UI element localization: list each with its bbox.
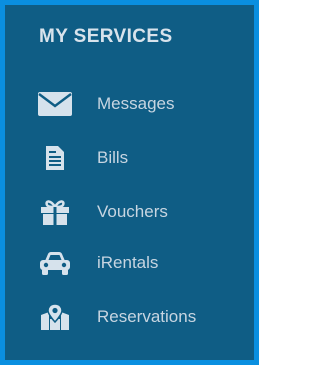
panel-title: MY SERVICES <box>39 26 173 47</box>
menu-item-label: iRentals <box>97 253 159 272</box>
my-services-panel: MY SERVICES Messages Bills Vouchers iRen… <box>0 0 259 365</box>
menu-item-bills[interactable]: Bills <box>5 138 254 178</box>
menu-item-reservations[interactable]: Reservations <box>5 297 254 337</box>
menu-item-messages[interactable]: Messages <box>5 84 254 124</box>
menu-item-label: Bills <box>97 148 129 167</box>
menu-item-irentals[interactable]: iRentals <box>5 243 254 283</box>
menu-item-vouchers[interactable]: Vouchers <box>5 192 254 232</box>
envelope-icon <box>38 90 72 118</box>
gift-icon <box>38 198 72 226</box>
map-pin-icon <box>38 303 72 331</box>
car-icon <box>38 249 72 277</box>
document-icon <box>38 144 72 172</box>
menu-item-label: Messages <box>97 94 175 113</box>
menu-item-label: Vouchers <box>97 202 168 221</box>
menu-item-label: Reservations <box>97 307 197 326</box>
